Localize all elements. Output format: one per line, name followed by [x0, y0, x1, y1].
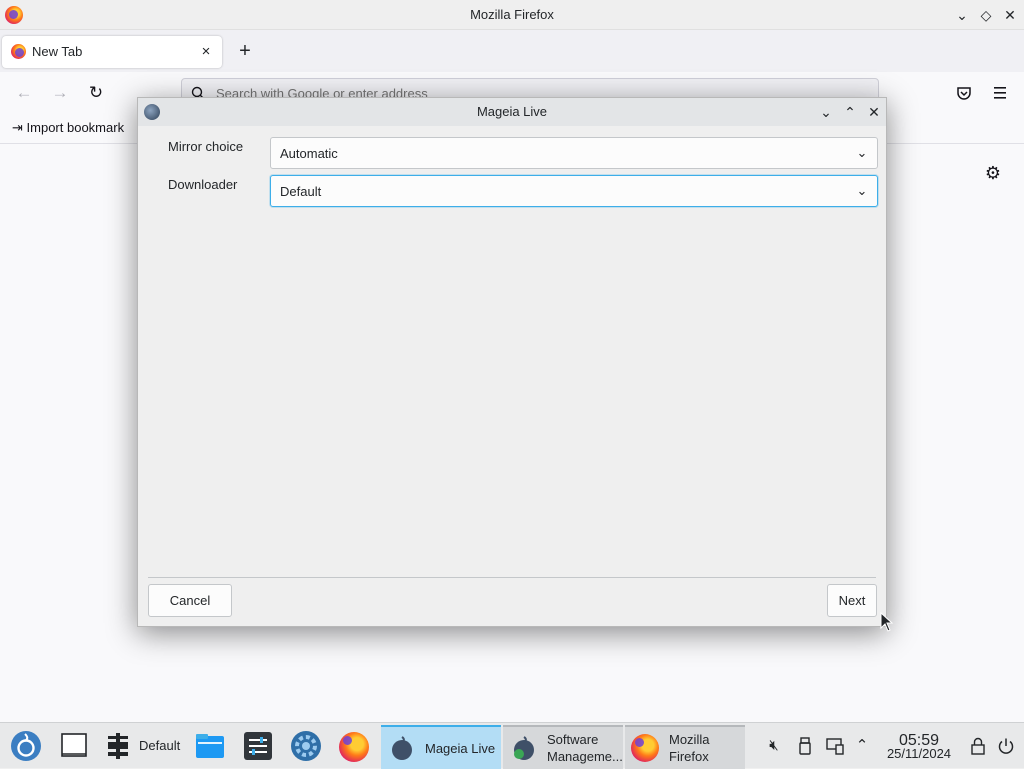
- import-bookmarks-label: Import bookmark: [26, 120, 125, 135]
- close-icon[interactable]: ✕: [1000, 5, 1020, 25]
- forward-arrow-icon[interactable]: →: [48, 81, 72, 105]
- mageia-live-dialog: Mageia Live ⌄ ⌃ ✕ Mirror choice Automati…: [137, 97, 887, 627]
- minimize-icon[interactable]: ⌄: [952, 5, 972, 25]
- hamburger-menu-icon[interactable]: [992, 86, 1008, 100]
- task-label-line2: Firefox: [669, 749, 709, 764]
- settings-app-icon[interactable]: [242, 730, 274, 762]
- task-mozilla-firefox[interactable]: Mozilla Firefox: [625, 725, 745, 769]
- task-label: Mageia Live: [425, 741, 496, 756]
- mageia-menu-icon[interactable]: [10, 730, 42, 762]
- dialog-titlebar: Mageia Live ⌄ ⌃ ✕: [138, 98, 886, 126]
- pager-icon[interactable]: [102, 730, 134, 762]
- pocket-icon[interactable]: [956, 85, 972, 101]
- network-icon[interactable]: [826, 737, 844, 755]
- files-icon[interactable]: [194, 730, 226, 762]
- maximize-icon[interactable]: ⌃: [840, 102, 860, 122]
- back-arrow-icon[interactable]: ←: [12, 81, 36, 105]
- tab-new-tab[interactable]: New Tab ×: [2, 36, 222, 68]
- dialog-divider: [148, 577, 876, 578]
- tab-label: New Tab: [32, 44, 83, 59]
- task-label-line1: Mozilla: [669, 732, 710, 747]
- show-desktop-icon[interactable]: [58, 730, 90, 762]
- downloader-label: Downloader: [168, 177, 238, 192]
- import-bookmarks-button[interactable]: ⇥ Import bookmark: [12, 120, 124, 136]
- task-label-line2: Manageme...: [547, 749, 623, 764]
- tray-expand-icon[interactable]: ⌃: [852, 736, 872, 756]
- tab-close-icon[interactable]: ×: [196, 42, 216, 62]
- minimize-icon[interactable]: ⌄: [816, 102, 836, 122]
- firefox-icon[interactable]: [339, 732, 369, 762]
- mirror-choice-select[interactable]: Automatic ⌄: [270, 137, 878, 169]
- maximize-icon[interactable]: ◇: [976, 5, 996, 25]
- taskbar: Default Mageia Live Software Manageme...: [0, 722, 1024, 769]
- window-title: Mozilla Firefox: [470, 7, 554, 22]
- usb-icon[interactable]: [798, 737, 812, 755]
- mouse-cursor-icon: [880, 612, 894, 632]
- mageia-control-center-icon[interactable]: [290, 730, 322, 762]
- firefox-tab-icon: [11, 44, 26, 59]
- mageia-live-task-icon: [392, 736, 412, 760]
- gear-icon[interactable]: ⚙: [982, 162, 1004, 184]
- software-management-task-icon: [514, 736, 534, 760]
- downloader-select[interactable]: Default ⌄: [270, 175, 878, 207]
- firefox-task-icon: [631, 734, 659, 762]
- mute-icon[interactable]: 🔇︎: [764, 736, 784, 756]
- reload-icon[interactable]: ↻: [84, 81, 108, 105]
- tab-bar: New Tab × +: [0, 30, 1024, 72]
- mirror-choice-value: Automatic: [280, 146, 338, 161]
- chevron-down-icon: ⌄: [856, 183, 868, 198]
- task-software-management[interactable]: Software Manageme...: [503, 725, 623, 769]
- downloader-value: Default: [280, 184, 322, 199]
- import-icon: ⇥: [12, 120, 23, 135]
- close-icon[interactable]: ✕: [864, 102, 884, 122]
- clock-date[interactable]: 25/11/2024: [880, 746, 958, 761]
- task-mageia-live[interactable]: Mageia Live: [381, 725, 501, 769]
- firefox-titlebar: Mozilla Firefox ⌄ ◇ ✕: [0, 0, 1024, 30]
- desktop-name-label[interactable]: Default: [139, 738, 180, 753]
- cancel-button[interactable]: Cancel: [148, 584, 232, 617]
- dialog-title: Mageia Live: [476, 104, 548, 119]
- power-icon[interactable]: [997, 737, 1015, 755]
- mirror-choice-label: Mirror choice: [168, 139, 244, 154]
- chevron-down-icon: ⌄: [856, 145, 868, 160]
- task-label-line1: Software: [547, 732, 599, 747]
- next-button[interactable]: Next: [827, 584, 877, 617]
- new-tab-button[interactable]: +: [232, 38, 258, 64]
- lock-icon[interactable]: [970, 737, 986, 755]
